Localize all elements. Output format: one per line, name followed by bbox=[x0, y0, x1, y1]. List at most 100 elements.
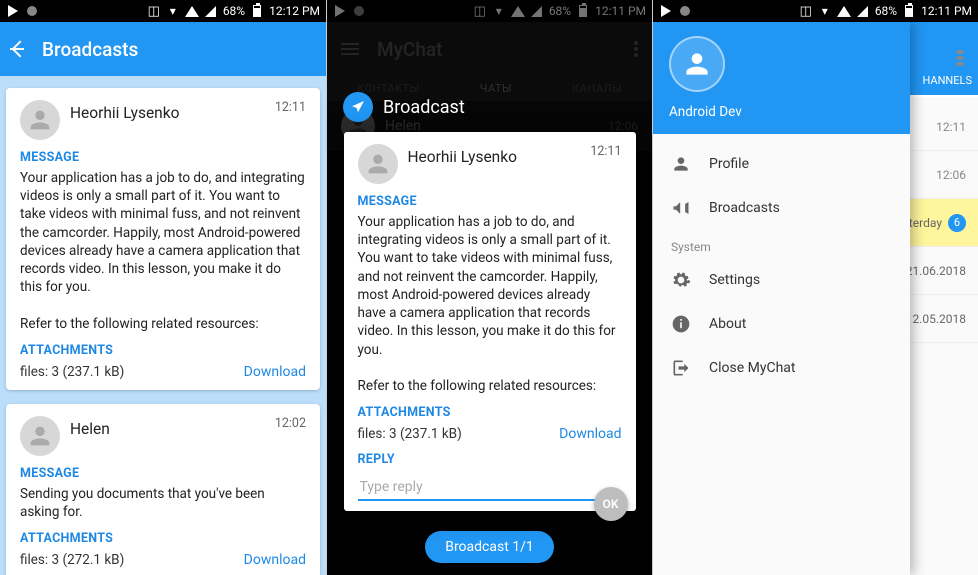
tab-channels-partial[interactable]: HANNELS bbox=[910, 74, 978, 97]
user-name: Android Dev bbox=[669, 104, 894, 120]
battery-pct: 68% bbox=[223, 4, 245, 18]
chat-row[interactable]: 21.06.2018 bbox=[910, 247, 978, 295]
message-label: MESSAGE bbox=[358, 194, 622, 209]
download-link[interactable]: Download bbox=[244, 552, 306, 568]
drawer-item-about[interactable]: About bbox=[653, 302, 910, 346]
status-bar: ▾ 68% 12:11 PM bbox=[653, 0, 978, 22]
person-icon bbox=[671, 154, 691, 174]
chat-time: 12.05.2018 bbox=[906, 312, 966, 326]
assistant-icon bbox=[678, 4, 692, 18]
gear-icon bbox=[671, 270, 691, 290]
drawer-item-label: About bbox=[709, 316, 746, 332]
avatar bbox=[358, 144, 398, 184]
person-icon bbox=[681, 48, 713, 80]
dialog-title-text: Broadcast bbox=[383, 97, 465, 118]
drawer-header: Android Dev bbox=[653, 22, 910, 134]
chat-row[interactable]: 12:11 bbox=[910, 103, 978, 151]
message-body: Your application has a job to do, and in… bbox=[20, 169, 306, 333]
message-label: MESSAGE bbox=[20, 466, 306, 481]
modal-overlay[interactable]: Broadcast Heorhii Lysenko 12:11 MESSAGE … bbox=[327, 0, 652, 575]
attachments-label: ATTACHMENTS bbox=[358, 405, 622, 420]
nfc-icon bbox=[799, 4, 813, 18]
clock: 12:11 PM bbox=[921, 4, 972, 18]
notif-icon bbox=[6, 4, 20, 18]
files-summary: files: 3 (237.1 kB) bbox=[358, 426, 462, 442]
signal-icon bbox=[204, 4, 218, 18]
message-body: Sending you documents that you've been a… bbox=[20, 485, 306, 521]
drawer-item-close[interactable]: Close MyChat bbox=[653, 346, 910, 390]
status-bar: ▾ 68% 12:12 PM bbox=[0, 0, 326, 22]
avatar bbox=[20, 416, 60, 456]
broadcast-icon bbox=[343, 92, 373, 122]
chat-time: 21.06.2018 bbox=[906, 264, 966, 278]
timestamp: 12:11 bbox=[275, 100, 306, 115]
drawer-item-label: Profile bbox=[709, 156, 749, 172]
person-icon bbox=[26, 106, 54, 134]
user-avatar[interactable] bbox=[669, 36, 725, 92]
page-title: Broadcasts bbox=[42, 38, 138, 61]
nfc-icon bbox=[147, 4, 161, 18]
download-link[interactable]: Download bbox=[244, 364, 306, 380]
message-body: Your application has a job to do, and in… bbox=[358, 213, 622, 395]
arrow-left-icon bbox=[12, 41, 29, 58]
wifi-icon bbox=[837, 4, 851, 18]
broadcast-card[interactable]: Helen 12:02 MESSAGE Sending you document… bbox=[6, 404, 320, 575]
reply-label: REPLY bbox=[358, 452, 622, 467]
app-bar: Broadcasts bbox=[0, 22, 326, 76]
message-label: MESSAGE bbox=[20, 150, 306, 165]
clock: 12:12 PM bbox=[269, 4, 320, 18]
sender-name: Helen bbox=[70, 420, 265, 438]
drawer-item-label: Broadcasts bbox=[709, 200, 780, 216]
info-icon bbox=[671, 314, 691, 334]
notif-icon bbox=[659, 4, 673, 18]
chat-list-behind: HANNELS 12:11 12:06 Yesterday 6 21.06.20… bbox=[910, 22, 978, 575]
chat-row[interactable]: 12.05.2018 bbox=[910, 295, 978, 343]
broadcast-card[interactable]: Heorhii Lysenko 12:11 MESSAGE Your appli… bbox=[6, 88, 320, 390]
files-summary: files: 3 (237.1 kB) bbox=[20, 364, 124, 380]
battery-icon bbox=[250, 4, 264, 18]
back-button[interactable] bbox=[14, 43, 24, 55]
drawer-item-profile[interactable]: Profile bbox=[653, 142, 910, 186]
attachments-label: ATTACHMENTS bbox=[20, 531, 306, 546]
screen-nav-drawer: ▾ 68% 12:11 PM Android Dev Profile Broad… bbox=[652, 0, 978, 575]
signal-icon bbox=[856, 4, 870, 18]
dnd-icon: ▾ bbox=[818, 4, 832, 18]
avatar bbox=[20, 100, 60, 140]
chat-time: 12:06 bbox=[936, 168, 966, 182]
nav-drawer: Android Dev Profile Broadcasts System Se… bbox=[653, 22, 910, 575]
sender-name: Heorhii Lysenko bbox=[408, 148, 581, 166]
dialog-header: Broadcast bbox=[327, 92, 465, 122]
sender-name: Heorhii Lysenko bbox=[70, 104, 265, 122]
assistant-icon bbox=[25, 4, 39, 18]
timestamp: 12:02 bbox=[275, 416, 306, 431]
chat-row[interactable]: 12:06 bbox=[910, 151, 978, 199]
drawer-item-settings[interactable]: Settings bbox=[653, 258, 910, 302]
dnd-icon: ▾ bbox=[166, 4, 180, 18]
reply-input[interactable] bbox=[358, 475, 622, 501]
broadcast-counter-pill[interactable]: Broadcast 1/1 bbox=[425, 531, 554, 563]
unread-badge: 6 bbox=[948, 214, 966, 232]
drawer-section-label: System bbox=[653, 230, 910, 258]
megaphone-icon bbox=[671, 198, 691, 218]
overflow-button[interactable] bbox=[952, 50, 968, 66]
ok-button[interactable]: OK bbox=[594, 487, 628, 521]
chat-row[interactable]: Yesterday 6 bbox=[910, 199, 978, 247]
exit-icon bbox=[671, 358, 691, 378]
drawer-item-broadcasts[interactable]: Broadcasts bbox=[653, 186, 910, 230]
attachments-label: ATTACHMENTS bbox=[20, 343, 306, 358]
chat-time: 12:11 bbox=[936, 120, 966, 134]
drawer-item-label: Settings bbox=[709, 272, 760, 288]
files-summary: files: 3 (272.1 kB) bbox=[20, 552, 124, 568]
battery-pct: 68% bbox=[875, 4, 897, 18]
broadcast-list[interactable]: Heorhii Lysenko 12:11 MESSAGE Your appli… bbox=[0, 76, 326, 575]
screen-broadcast-dialog: ▾ 68% 12:11 PM MyChat КОНТАКТЫ ЧАТЫ КАНА… bbox=[326, 0, 652, 575]
screen-broadcasts: ▾ 68% 12:12 PM Broadcasts Heorhii Lysenk… bbox=[0, 0, 326, 575]
person-icon bbox=[26, 422, 54, 450]
broadcast-dialog: Heorhii Lysenko 12:11 MESSAGE Your appli… bbox=[344, 132, 636, 511]
download-link[interactable]: Download bbox=[559, 426, 621, 442]
timestamp: 12:11 bbox=[590, 144, 621, 159]
battery-icon bbox=[902, 4, 916, 18]
wifi-icon bbox=[185, 4, 199, 18]
person-icon bbox=[364, 150, 392, 178]
drawer-item-label: Close MyChat bbox=[709, 360, 796, 376]
